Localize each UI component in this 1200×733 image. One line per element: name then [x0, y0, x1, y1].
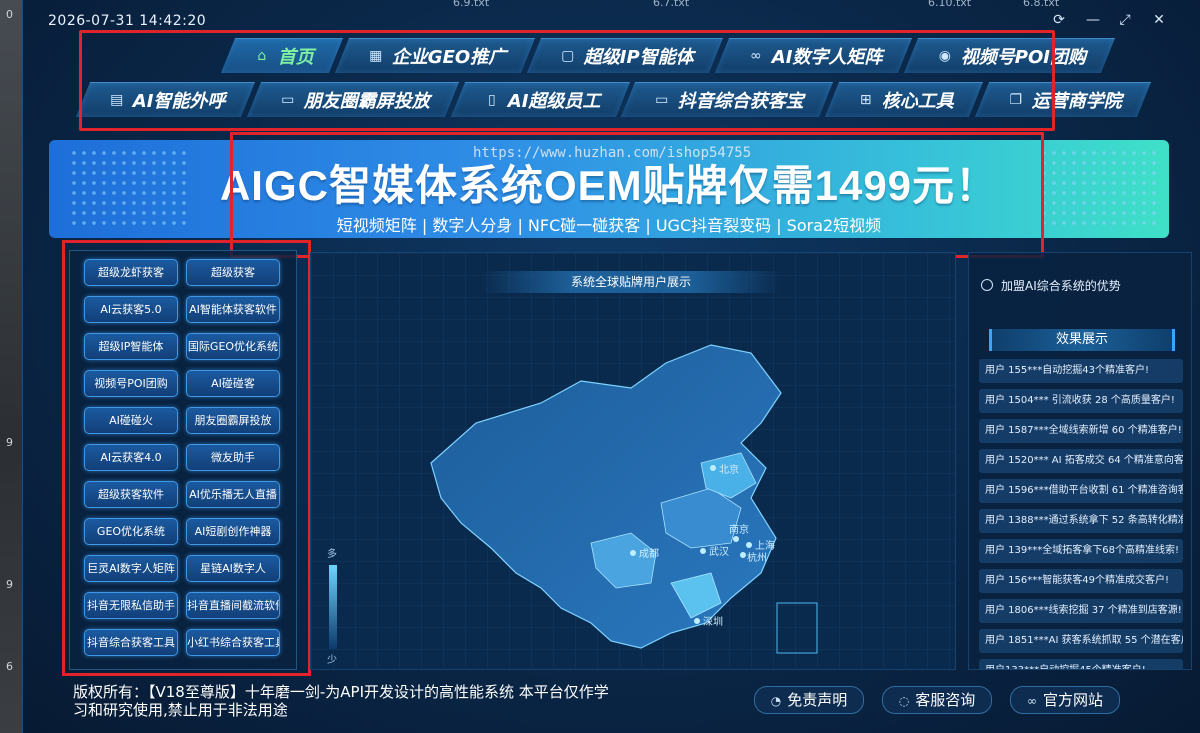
bg-file-label: 6.8.txt: [1023, 0, 1060, 9]
minimize-icon[interactable]: —: [1081, 10, 1105, 30]
support-button[interactable]: ◌ 客服咨询: [882, 686, 992, 714]
play-icon: [981, 279, 993, 291]
city-marker: [630, 550, 636, 556]
city-label: 杭州: [747, 551, 767, 564]
disclaimer-label: 免责声明: [787, 691, 848, 709]
advantages-heading-text: 加盟AI综合系统的优势: [1001, 279, 1121, 293]
city-label: 南京: [729, 523, 749, 536]
datetime-display: 2026-07-31 14:42:20: [48, 13, 207, 29]
disclaimer-button[interactable]: ◔ 免责声明: [754, 686, 864, 714]
city-label: 深圳: [703, 616, 723, 628]
bell-icon: ◔: [770, 694, 782, 708]
effect-item: 用户 1851***AI 获客系统抓取 55 个潜在客户: [979, 629, 1183, 653]
effect-list[interactable]: 用户 155***自动挖掘43个精准客户! 用户 1504*** 引流收获 28 …: [979, 359, 1183, 669]
effect-item: 用户 1806***线索挖掘 37 个精准到店客源!: [979, 599, 1183, 623]
advantages-panel: 加盟AI综合系统的优势 效果展示 用户 155***自动挖掘43个精准客户! 用户…: [968, 252, 1192, 670]
maximize-icon[interactable]: ⤢: [1113, 10, 1137, 30]
desktop-label: 9: [6, 436, 13, 449]
advantages-heading: 加盟AI综合系统的优势: [981, 277, 1121, 294]
city-label: 北京: [719, 463, 739, 476]
effect-item: 用户 139***全域拓客拿下68个高精准线索!: [979, 539, 1183, 563]
bg-file-label: 6.10.txt: [928, 0, 972, 9]
desktop-label: 9: [6, 578, 13, 591]
effect-item: 用户 155***自动挖掘43个精准客户!: [979, 359, 1183, 383]
close-icon[interactable]: ✕: [1147, 10, 1171, 30]
city-marker: [710, 465, 716, 471]
city-marker: [700, 548, 706, 554]
effect-item: 用户 1596***借助平台收割 61 个精准咨询客户: [979, 479, 1183, 503]
effect-title: 效果展示: [989, 329, 1175, 351]
bg-file-label: 6.9.txt: [453, 0, 490, 9]
effect-item: 用户133***自动挖掘45个精准客户!: [979, 659, 1183, 669]
link-icon: ∞: [1026, 694, 1037, 708]
south-sea-inset: [776, 602, 818, 654]
tool-list-highlight-box: [62, 240, 311, 676]
effect-item: 用户 1520*** AI 拓客成交 64 个精准意向客户: [979, 449, 1183, 473]
effect-item: 用户 1504*** 引流收获 28 个高质量客户!: [979, 389, 1183, 413]
city-label: 武汉: [709, 545, 729, 558]
website-button[interactable]: ∞ 官方网站: [1010, 686, 1120, 714]
legend-low-label: 少: [327, 655, 337, 666]
desktop-label: 0: [6, 8, 13, 21]
support-label: 客服咨询: [915, 691, 976, 709]
chat-icon: ◌: [898, 694, 910, 708]
copyright-text: 版权所有：【V18至尊版】十年磨一剑-为API开发设计的高性能系统 本平台仅作学…: [73, 683, 609, 719]
map-panel: 系统全球贴牌用户展示 北京 成都 武汉 南京 上海 杭州 深圳 多 少: [310, 252, 956, 670]
effect-item: 用户 156***智能获客49个精准成交客户!: [979, 569, 1183, 593]
city-label: 上海: [755, 539, 775, 552]
website-label: 官方网站: [1042, 691, 1103, 709]
nav-highlight-box: [79, 30, 1055, 131]
effect-item: 用户 1388***通过系统拿下 52 条高转化精准线索: [979, 509, 1183, 533]
city-marker: [740, 552, 746, 558]
china-map[interactable]: 北京 成都 武汉 南京 上海 杭州 深圳: [311, 253, 955, 669]
app-window: 2026-07-31 14:42:20 6.9.txt 6.7.txt 6.10…: [22, 0, 1200, 733]
bg-file-label: 6.7.txt: [653, 0, 690, 9]
city-marker: [733, 536, 739, 542]
map-legend-bar: [329, 565, 337, 649]
desktop-label: 6: [6, 660, 13, 673]
effect-item: 用户 1587***全域线索新增 60 个精准客户!: [979, 419, 1183, 443]
refresh-icon[interactable]: ⟳: [1047, 10, 1071, 30]
city-marker: [694, 618, 700, 624]
city-marker: [746, 542, 752, 548]
banner-highlight-box: [230, 132, 1044, 258]
legend-high-label: 多: [327, 549, 337, 560]
city-label: 成都: [639, 548, 659, 560]
